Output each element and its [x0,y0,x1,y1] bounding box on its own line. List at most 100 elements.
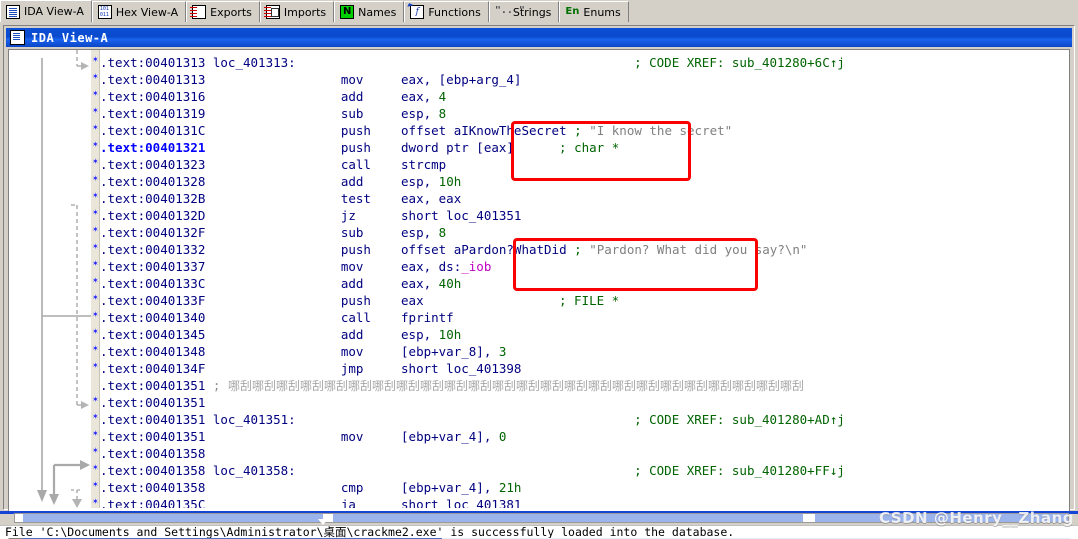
instruction-mnemonic: mov [205,429,402,444]
status-bar: File 'C:\Documents and Settings\Administ… [0,525,1078,538]
disassembly-line[interactable]: .text:00401358 loc_401358: ; CODE XREF: s… [100,462,845,479]
instruction-mnemonic: sub [205,106,402,121]
disassembly-line[interactable]: .text:00401319 sub esp, 8 [100,105,446,122]
xref-comment: ; CODE XREF: sub_401280+AD↑j [634,412,845,427]
disassembly-line[interactable]: .text:00401351 loc_401351: ; CODE XREF: s… [100,411,845,428]
line-address: .text:00401332 [100,242,206,257]
disassembly-line[interactable]: .text:00401351 [100,394,205,411]
disassembly-line[interactable]: .text:00401351 mov [ebp+var_4], 0 [100,428,506,445]
disassembly-line[interactable]: .text:00401313 mov eax, [ebp+arg_4] [100,71,521,88]
tab-functions[interactable]: f Functions [404,1,489,22]
navigation-band[interactable] [0,511,1078,525]
line-marker-dot [92,261,99,269]
disassembly-line[interactable]: .text:00401358 [100,445,205,462]
instruction-operands: short loc_401398 [401,361,522,376]
disassembly-line[interactable]: .text:00401313 loc_401313: ; CODE XREF: s… [100,54,845,71]
line-address: .text:00401358 [100,446,206,461]
disassembly-line[interactable]: .text:00401340 call fprintf [100,309,454,326]
instruction-mnemonic: push [205,242,402,257]
window-title-bar[interactable]: IDA View-A [6,28,1072,47]
disassembly-line[interactable]: .text:00401332 push offset aPardon?WhatD… [100,241,807,258]
disassembly-line[interactable]: .text:0040132B test eax, eax [100,190,461,207]
line-address: .text:00401351 [100,429,206,444]
navigation-band-track[interactable] [14,513,1069,523]
tab-label: IDA View-A [24,5,84,18]
line-marker-dot [92,363,99,371]
disassembly-line[interactable]: .text:0040135C ja short loc_401381 [100,496,521,508]
line-marker-dot [92,125,99,133]
disassembly-line[interactable]: .text:0040133C add eax, 40h [100,275,461,292]
numeric-literal: 21h [498,480,522,495]
disassembly-line[interactable]: .text:00401351 ; 哪刮哪刮哪刮哪刮哪刮哪刮哪刮哪刮哪刮哪刮哪刮哪… [100,377,804,394]
instruction-mnemonic: mov [205,344,402,359]
line-address: .text:00401340 [100,310,206,325]
tab-label: Names [358,5,397,19]
disassembly-line[interactable]: .text:0040132D jz short loc_401351 [100,207,521,224]
instruction-operands: dword ptr [eax] [401,140,514,155]
tab-ida-view-a[interactable]: IDA View-A [0,0,92,22]
import-symbol: _iob [461,259,492,274]
disassembly-line[interactable]: .text:0040134F jmp short loc_401398 [100,360,521,377]
hex-binary-icon [97,5,112,19]
nav-segment [815,514,1068,522]
xref-comment: ; FILE * [558,293,620,308]
disassembly-line[interactable]: .text:0040131C push offset aIKnowTheSecr… [100,122,732,139]
line-marker-dot [92,278,99,286]
disassembly-client-area[interactable]: .text:00401313 loc_401313: ; CODE XREF: s… [8,49,1070,523]
disassembly-text[interactable]: .text:00401313 loc_401313: ; CODE XREF: s… [100,50,1069,508]
tab-exports[interactable]: Exports [186,1,260,22]
tab-strings[interactable]: "..." Strings [488,1,560,22]
line-address: .text:00401337 [100,259,206,274]
line-marker-dot [92,448,99,456]
disassembly-line[interactable]: .text:00401316 add eax, 4 [100,88,446,105]
numeric-literal: 4 [438,89,447,104]
instruction-operands: eax [401,293,424,308]
line-address: .text:00401316 [100,89,206,104]
line-address: .text:0040132B [100,191,206,206]
disassembly-line[interactable]: .text:00401321 push dword ptr [eax] ; cha… [100,139,619,156]
tab-names[interactable]: N Names [334,1,405,22]
disassembly-line[interactable]: .text:00401345 add esp, 10h [100,326,461,343]
string-literal: "Pardon? What did you say?\n" [589,242,808,257]
line-address: .text:00401323 [100,157,206,172]
line-address: .text:00401313 [100,55,206,70]
tab-enums[interactable]: En Enums [559,1,629,22]
disassembly-line[interactable]: .text:0040132F sub esp, 8 [100,224,446,241]
line-marker-dot [92,108,99,116]
comment-semicolon: ; [566,123,590,138]
nav-segment [23,514,323,522]
numeric-literal: 10h [438,174,462,189]
instruction-operands: eax, [401,276,439,291]
disassembly-line[interactable]: .text:00401328 add esp, 10h [100,173,461,190]
instruction-operands: eax, eax [401,191,462,206]
disassembly-line[interactable]: .text:00401323 call strcmp [100,156,446,173]
tab-hex-view-a[interactable]: Hex View-A [91,1,187,22]
tab-imports[interactable]: Imports [259,1,335,22]
line-address: .text:00401321 [100,140,206,155]
disassembly-line[interactable]: .text:0040133F push eax ; FILE * [100,292,619,309]
instruction-mnemonic: ja [205,497,402,508]
instruction-operands: eax, ds: [401,259,462,274]
instruction-operands: offset aPardon?WhatDid [401,242,567,257]
numeric-literal: 0 [498,429,507,444]
line-address: .text:00401351 [100,412,206,427]
instruction-mnemonic: mov [205,72,402,87]
disassembly-line[interactable]: .text:00401337 mov eax, ds:_iob [100,258,491,275]
instruction-mnemonic: jz [205,208,402,223]
disassembly-line[interactable]: .text:00401358 cmp [ebp+var_4], 21h [100,479,521,496]
instruction-mnemonic: test [205,191,402,206]
line-marker-dot [92,91,99,99]
line-address: .text:00401313 [100,72,206,87]
numeric-literal: 40h [438,276,462,291]
line-marker-dot [92,176,99,184]
instruction-mnemonic: cmp [205,480,402,495]
instruction-operands: eax, [401,89,439,104]
instruction-mnemonic: add [205,174,402,189]
line-marker-dot [92,244,99,252]
line-marker-column [91,50,100,508]
disassembly-line[interactable]: .text:00401348 mov [ebp+var_8], 3 [100,343,506,360]
instruction-operands: esp, [401,327,439,342]
functions-f-icon: f [410,5,425,19]
xref-comment: ; CODE XREF: sub_401280+FF↓j [634,463,845,478]
line-address: .text:0040135C [100,497,206,508]
